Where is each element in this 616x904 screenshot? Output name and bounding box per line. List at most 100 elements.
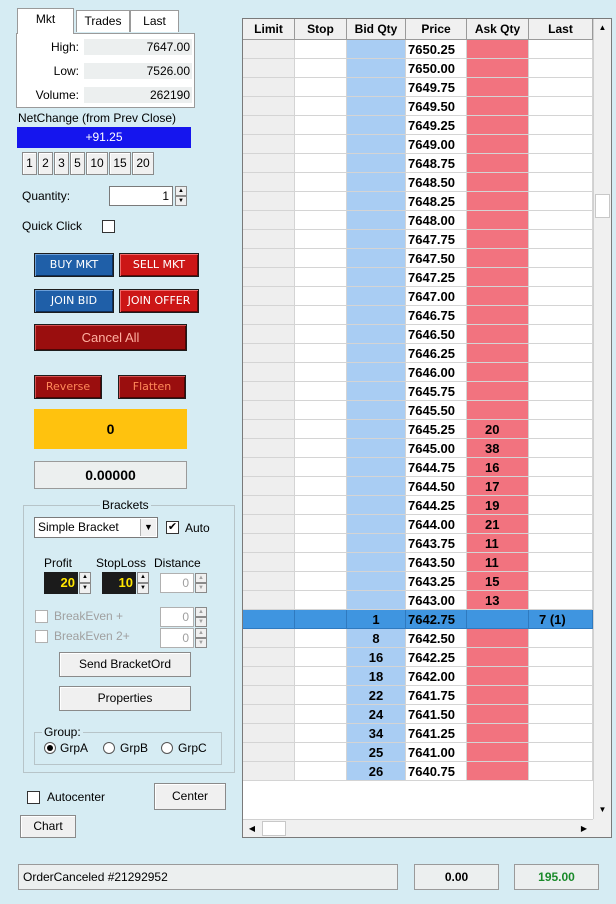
stop-cell[interactable]: [295, 154, 347, 173]
breakeven2-checkbox[interactable]: [35, 630, 48, 643]
flatten-button[interactable]: Flatten: [118, 375, 186, 399]
limit-cell[interactable]: [243, 610, 295, 629]
last-cell[interactable]: [529, 458, 593, 477]
price-cell[interactable]: 7646.50: [406, 325, 467, 344]
bid-qty-cell[interactable]: [347, 59, 406, 78]
last-cell[interactable]: [529, 648, 593, 667]
last-cell[interactable]: [529, 40, 593, 59]
bid-qty-cell[interactable]: [347, 591, 406, 610]
stop-cell[interactable]: [295, 591, 347, 610]
last-cell[interactable]: [529, 762, 593, 781]
profit-input[interactable]: 20: [44, 572, 78, 594]
price-cell[interactable]: 7647.75: [406, 230, 467, 249]
price-cell[interactable]: 7641.75: [406, 686, 467, 705]
price-cell[interactable]: 7650.00: [406, 59, 467, 78]
bid-qty-cell[interactable]: [347, 230, 406, 249]
ask-qty-cell[interactable]: [467, 686, 529, 705]
ask-qty-cell[interactable]: [467, 667, 529, 686]
stop-cell[interactable]: [295, 534, 347, 553]
limit-cell[interactable]: [243, 515, 295, 534]
price-cell[interactable]: 7646.00: [406, 363, 467, 382]
bid-qty-cell[interactable]: 25: [347, 743, 406, 762]
price-cell[interactable]: 7640.75: [406, 762, 467, 781]
limit-cell[interactable]: [243, 591, 295, 610]
breakeven-input[interactable]: 0: [160, 607, 194, 627]
last-cell[interactable]: [529, 572, 593, 591]
price-cell[interactable]: 7641.50: [406, 705, 467, 724]
ask-qty-cell[interactable]: [467, 306, 529, 325]
center-button[interactable]: Center: [154, 783, 226, 810]
stop-cell[interactable]: [295, 762, 347, 781]
ask-qty-cell[interactable]: [467, 629, 529, 648]
last-cell[interactable]: [529, 78, 593, 97]
ask-qty-cell[interactable]: [467, 211, 529, 230]
ask-qty-cell[interactable]: [467, 363, 529, 382]
bid-qty-cell[interactable]: [347, 439, 406, 458]
last-cell[interactable]: [529, 97, 593, 116]
bid-qty-cell[interactable]: 26: [347, 762, 406, 781]
ask-qty-cell[interactable]: [467, 382, 529, 401]
qty-preset-button-1[interactable]: 1: [22, 152, 37, 175]
ask-qty-cell[interactable]: [467, 268, 529, 287]
last-cell[interactable]: [529, 724, 593, 743]
tab-mkt[interactable]: Mkt: [17, 8, 74, 34]
horizontal-scrollbar[interactable]: ◀ ▶: [243, 819, 593, 837]
vertical-scroll-thumb[interactable]: [595, 194, 610, 218]
last-cell[interactable]: [529, 287, 593, 306]
price-cell[interactable]: 7649.75: [406, 78, 467, 97]
bid-qty-cell[interactable]: [347, 325, 406, 344]
last-cell[interactable]: [529, 135, 593, 154]
ask-qty-cell[interactable]: [467, 724, 529, 743]
limit-cell[interactable]: [243, 116, 295, 135]
limit-cell[interactable]: [243, 667, 295, 686]
ask-qty-cell[interactable]: [467, 287, 529, 306]
limit-cell[interactable]: [243, 762, 295, 781]
last-cell[interactable]: [529, 306, 593, 325]
stop-cell[interactable]: [295, 363, 347, 382]
stop-cell[interactable]: [295, 116, 347, 135]
ask-qty-cell[interactable]: [467, 344, 529, 363]
ask-qty-cell[interactable]: [467, 610, 529, 629]
bid-qty-cell[interactable]: [347, 97, 406, 116]
limit-cell[interactable]: [243, 629, 295, 648]
stop-cell[interactable]: [295, 211, 347, 230]
bracket-type-select[interactable]: Simple Bracket ▼: [34, 517, 158, 538]
ask-qty-cell[interactable]: 17: [467, 477, 529, 496]
group-radio-grpc[interactable]: [161, 742, 173, 754]
group-radio-grpa[interactable]: [44, 742, 56, 754]
price-cell[interactable]: 7648.50: [406, 173, 467, 192]
stop-cell[interactable]: [295, 59, 347, 78]
limit-cell[interactable]: [243, 97, 295, 116]
limit-cell[interactable]: [243, 439, 295, 458]
reverse-button[interactable]: Reverse: [34, 375, 102, 399]
bid-qty-cell[interactable]: [347, 572, 406, 591]
bid-qty-cell[interactable]: [347, 154, 406, 173]
stop-cell[interactable]: [295, 667, 347, 686]
header-last[interactable]: Last: [529, 19, 593, 40]
breakeven2-input[interactable]: 0: [160, 628, 194, 648]
stop-cell[interactable]: [295, 97, 347, 116]
price-cell[interactable]: 7642.50: [406, 629, 467, 648]
bid-qty-cell[interactable]: [347, 211, 406, 230]
last-cell[interactable]: [529, 629, 593, 648]
profit-down-icon[interactable]: ▼: [79, 583, 91, 594]
stop-cell[interactable]: [295, 439, 347, 458]
last-cell[interactable]: [529, 59, 593, 78]
stop-cell[interactable]: [295, 192, 347, 211]
limit-cell[interactable]: [243, 477, 295, 496]
last-cell[interactable]: [529, 363, 593, 382]
limit-cell[interactable]: [243, 382, 295, 401]
chart-button[interactable]: Chart: [20, 815, 76, 838]
header-ask-qty[interactable]: Ask Qty: [467, 19, 529, 40]
header-limit[interactable]: Limit: [243, 19, 295, 40]
qty-preset-button-5[interactable]: 5: [70, 152, 85, 175]
bid-qty-cell[interactable]: [347, 344, 406, 363]
header-stop[interactable]: Stop: [295, 19, 347, 40]
cancel-all-button[interactable]: Cancel All: [34, 324, 187, 351]
price-cell[interactable]: 7645.50: [406, 401, 467, 420]
limit-cell[interactable]: [243, 268, 295, 287]
tab-trades[interactable]: Trades: [76, 10, 130, 32]
ask-qty-cell[interactable]: [467, 78, 529, 97]
stop-cell[interactable]: [295, 382, 347, 401]
limit-cell[interactable]: [243, 553, 295, 572]
